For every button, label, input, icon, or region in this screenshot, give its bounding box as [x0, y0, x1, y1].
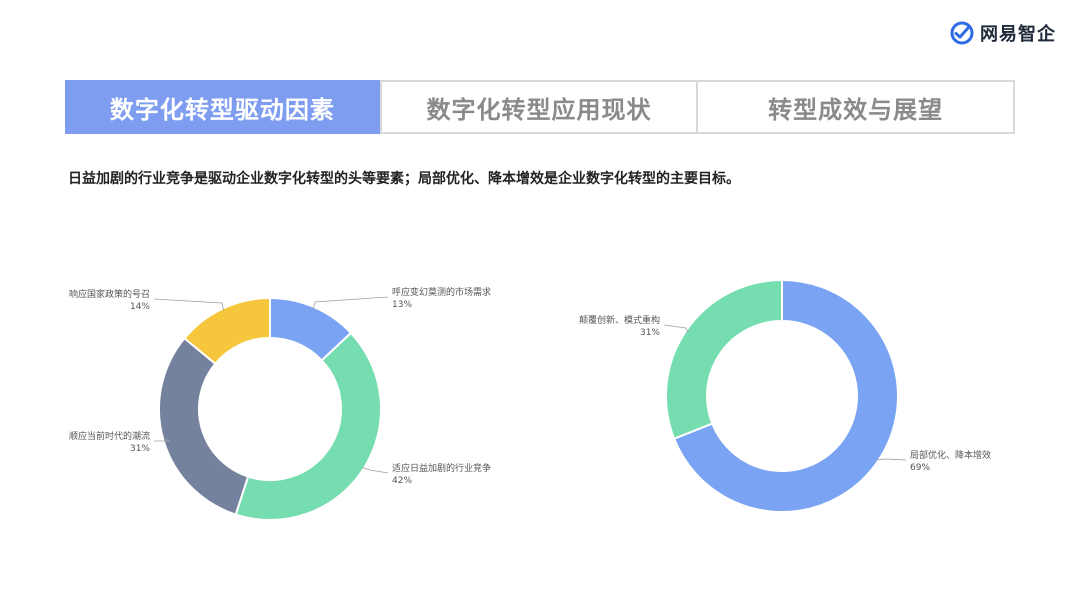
slice-value-1-3: 31%: [130, 444, 150, 454]
brand-name: 网易智企: [980, 24, 1056, 45]
tab-outcomes-outlook[interactable]: 转型成效与展望: [696, 82, 1013, 132]
donut-slice-1-2: [234, 331, 382, 521]
leader-line-1-2: [361, 467, 389, 474]
brand-logo: 网易智企: [950, 18, 1056, 48]
leader-line-2-2: [663, 324, 689, 333]
slice-label-1-4: 响应国家政策的号召: [69, 288, 150, 300]
leader-line-1-4: [153, 298, 224, 311]
slice-label-2-2: 颠覆创新、模式重构: [579, 314, 660, 326]
donut-chart-1: 呼应变幻莫测的市场需求 13% 适应日益加剧的行业竞争 42% 顺应当前时代的潮流 31%…: [69, 286, 491, 521]
slice-label-1-1: 呼应变幻莫测的市场需求: [392, 286, 491, 298]
headline-text: 日益加剧的行业竞争是驱动企业数字化转型的头等要素；局部优化、降本增效是企业数字化…: [68, 171, 740, 187]
slice-label-1-2: 适应日益加剧的行业竞争: [392, 462, 491, 474]
leader-line-1-1: [312, 296, 389, 310]
netease-check-logo-icon: [950, 21, 974, 45]
slice-label-2-1: 局部优化、降本增效: [910, 449, 991, 461]
section-tabs: 数字化转型驱动因素 数字化转型应用现状 转型成效与展望: [65, 80, 1015, 134]
slice-label-1-3: 顺应当前时代的潮流: [69, 430, 150, 442]
slice-value-1-4: 14%: [130, 302, 150, 312]
slice-value-2-2: 31%: [640, 328, 660, 338]
donut-slice-1-3: [158, 336, 250, 516]
slice-value-1-2: 42%: [392, 476, 412, 486]
slice-value-1-1: 13%: [392, 300, 412, 310]
leader-line-2-1: [876, 458, 907, 461]
tab-application-status[interactable]: 数字化转型应用现状: [379, 82, 697, 132]
tab-drivers[interactable]: 数字化转型驱动因素: [65, 80, 380, 134]
donut-chart-2: 局部优化、降本增效 69% 颠覆创新、模式重构 31%: [579, 278, 991, 513]
donut-charts: 呼应变幻莫测的市场需求 13% 适应日益加剧的行业竞争 42% 顺应当前时代的潮流 31%…: [69, 278, 991, 521]
slice-value-2-1: 69%: [910, 463, 930, 473]
donut-slice-2-2: [665, 278, 783, 441]
